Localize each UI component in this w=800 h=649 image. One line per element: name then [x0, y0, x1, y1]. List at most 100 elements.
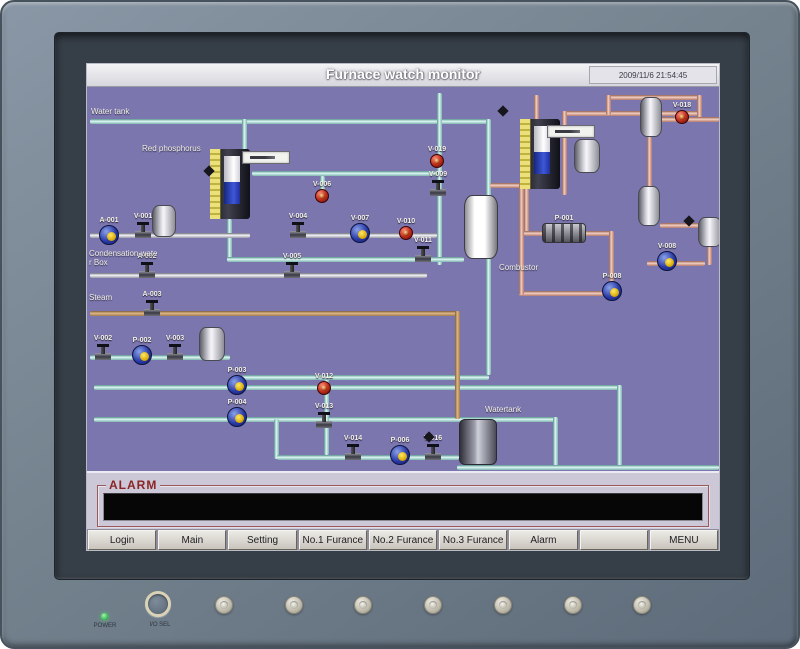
equipment-tag: V-003	[166, 335, 184, 343]
fn-button-3[interactable]	[354, 596, 372, 614]
nav-buttons: LoginMainSettingNo.1 FuranceNo.2 Furance…	[87, 529, 719, 550]
valve-V-009[interactable]: V-009	[430, 180, 446, 196]
pipe	[252, 171, 439, 176]
pipe	[562, 111, 567, 195]
rvalve-V-012[interactable]: V-012	[317, 381, 331, 395]
diagram-label: Condensation wate r Box	[89, 249, 158, 267]
clock-display: 2009/11/6 21:54:45	[589, 66, 717, 84]
equipment-tag: V-010	[397, 218, 415, 226]
valve-V-011[interactable]: V-011	[415, 246, 431, 262]
diagram-label: Steam	[89, 293, 112, 302]
equipment-tag: P-002	[133, 337, 152, 345]
pipe	[437, 93, 442, 265]
rvalve-V-006[interactable]: V-006	[315, 189, 329, 203]
readout-icon	[547, 125, 595, 138]
fn-button-2[interactable]	[285, 596, 303, 614]
equipment-tag: P-003	[228, 367, 247, 375]
osd-button-label: I/O SEL	[135, 622, 185, 628]
fn-button-4[interactable]	[424, 596, 442, 614]
nav-button-setting[interactable]: Setting	[228, 530, 296, 550]
nav-button-main[interactable]: Main	[158, 530, 226, 550]
equipment-tag: V-008	[658, 243, 676, 251]
equipment-tag: V-011	[414, 237, 432, 245]
equipment-tag: P-006	[391, 437, 410, 445]
fn-button-1[interactable]	[215, 596, 233, 614]
alarm-message-display[interactable]	[103, 493, 703, 521]
diagram-label: Water tank	[91, 107, 129, 116]
equipment-tag: V-009	[429, 171, 447, 179]
nav-button-login[interactable]: Login	[88, 530, 156, 550]
pump-V-007[interactable]: V-007	[350, 223, 370, 243]
equipment-tag: V-002	[94, 335, 112, 343]
title-bar: Furnace watch monitor 2009/11/6 21:54:45	[87, 64, 719, 87]
diagram: P-001 A-001 V-007 P-002 P-003 P-004 P-006 P-008…	[87, 87, 719, 471]
pipe	[519, 183, 524, 295]
pipe	[455, 311, 460, 419]
sensor-icon	[497, 105, 508, 116]
equipment-tag: A-001	[99, 217, 118, 225]
valve-V-013[interactable]: V-013	[316, 412, 332, 428]
valve-A-003[interactable]: A-003	[144, 300, 160, 316]
pipe	[227, 219, 232, 261]
rvalve-V-018[interactable]: V-018	[675, 110, 689, 124]
pipe	[90, 119, 490, 124]
fn-button-5[interactable]	[494, 596, 512, 614]
valve-V-005[interactable]: V-005	[284, 262, 300, 278]
power-led	[101, 613, 108, 620]
alarm-groupbox: ALARM	[97, 485, 709, 527]
pipe	[647, 137, 652, 191]
equipment-tag: V-019	[428, 146, 446, 154]
nav-button-no-2-furance[interactable]: No.2 Furance	[369, 530, 437, 550]
pipe	[242, 119, 247, 151]
equipment-tag: V-001	[134, 213, 152, 221]
equipment-tag: V-006	[313, 181, 331, 189]
valve-V-014[interactable]: V-014	[345, 444, 361, 460]
vessel-icon	[464, 195, 498, 259]
valve-V-002[interactable]: V-002	[95, 344, 111, 360]
nav-button-blank[interactable]	[580, 530, 648, 550]
pipe	[242, 375, 489, 380]
diagram-label: Red phosphorus	[142, 144, 201, 153]
tankdark-icon	[459, 419, 497, 465]
pump-A-001[interactable]: A-001	[99, 225, 119, 245]
pipe	[553, 417, 558, 467]
pump-P-004[interactable]: P-004	[227, 407, 247, 427]
pump-P-003[interactable]: P-003	[227, 375, 247, 395]
tank-icon	[574, 139, 600, 173]
pump-P-008[interactable]: P-008	[602, 281, 622, 301]
pump-P-002[interactable]: P-002	[132, 345, 152, 365]
pipe	[274, 419, 279, 459]
hmi-screen: Furnace watch monitor 2009/11/6 21:54:45…	[87, 64, 719, 550]
equipment-tag: A-003	[142, 291, 161, 299]
power-led-label: POWER	[82, 623, 128, 629]
nav-button-no-1-furance[interactable]: No.1 Furance	[299, 530, 367, 550]
pipe	[617, 385, 622, 467]
equipment-tag: P-001	[555, 215, 574, 223]
motor-P-001[interactable]: P-001	[542, 223, 586, 243]
rvalve-V-010[interactable]: V-010	[399, 226, 413, 240]
pipe	[94, 385, 622, 390]
valve-V-003[interactable]: V-003	[167, 344, 183, 360]
alarm-label: ALARM	[106, 478, 160, 492]
tank-icon	[638, 186, 660, 226]
pipe	[457, 465, 719, 470]
pipe	[534, 95, 539, 121]
fn-button-6[interactable]	[564, 596, 582, 614]
nav-button-no-3-furance[interactable]: No.3 Furance	[439, 530, 507, 550]
pump-P-006[interactable]: P-006	[390, 445, 410, 465]
valve-V-004[interactable]: V-004	[290, 222, 306, 238]
nav-button-alarm[interactable]: Alarm	[509, 530, 577, 550]
valve-V-016[interactable]: V-016	[425, 444, 441, 460]
panel-monitor: Furnace watch monitor 2009/11/6 21:54:45…	[0, 0, 800, 649]
rvalve-V-019[interactable]: V-019	[430, 154, 444, 168]
equipment-tag: V-012	[315, 373, 333, 381]
nav-button-menu[interactable]: MENU	[650, 530, 718, 550]
pump-V-008[interactable]: V-008	[657, 251, 677, 271]
diagram-label: Combustor	[499, 263, 538, 272]
osd-select-button[interactable]	[145, 591, 171, 617]
valve-V-001[interactable]: V-001	[135, 222, 151, 238]
equipment-tag: V-007	[351, 215, 369, 223]
fn-button-7[interactable]	[633, 596, 651, 614]
pipe	[707, 247, 712, 265]
pipe	[606, 95, 611, 115]
